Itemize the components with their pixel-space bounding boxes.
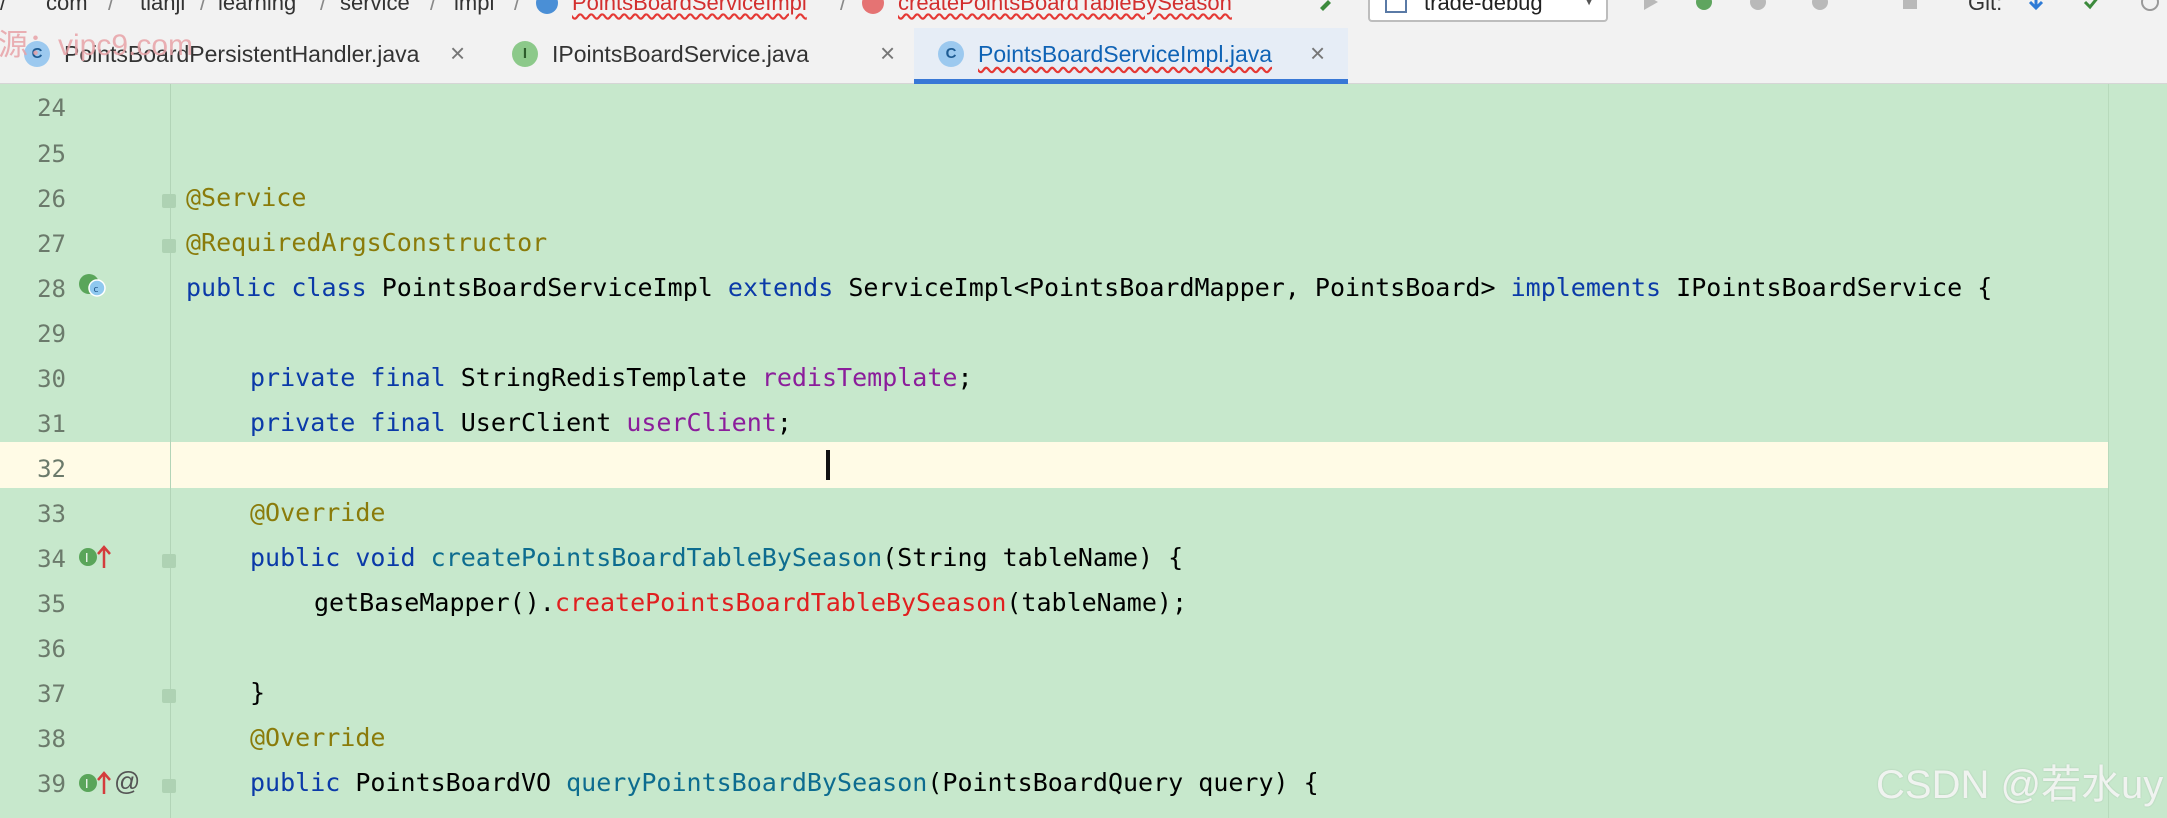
code-line: public PointsBoardVO queryPointsBoardByS… xyxy=(250,768,1319,797)
implements-method-icon[interactable]: I xyxy=(78,544,112,570)
fold-marker[interactable] xyxy=(162,239,176,253)
interface-icon: I xyxy=(512,41,538,67)
breadcrumb-sep: / xyxy=(514,0,521,15)
class-icon: C xyxy=(938,41,964,67)
breadcrumb-item-class[interactable]: PointsBoardServiceImpl xyxy=(572,0,807,16)
breadcrumb-sep: / xyxy=(840,0,847,15)
svg-text:I: I xyxy=(85,551,89,565)
text-caret xyxy=(826,450,830,480)
coverage-icon[interactable] xyxy=(1748,0,1768,12)
hammer-icon[interactable] xyxy=(1318,0,1338,12)
line-number: 35 xyxy=(37,590,66,618)
implements-method-icon[interactable]: I xyxy=(78,770,112,796)
breadcrumb-sep: / xyxy=(0,0,7,15)
code-line: private final UserClient userClient; xyxy=(250,408,792,437)
line-number: 27 xyxy=(37,230,66,258)
code-editor[interactable]: 24 25 26 27 28 29 30 31 32 33 34 35 36 3… xyxy=(0,84,2167,818)
line-number: 38 xyxy=(37,725,66,753)
fold-marker[interactable] xyxy=(162,689,176,703)
line-number: 36 xyxy=(37,635,66,663)
method-icon xyxy=(862,0,884,14)
run-configuration-select[interactable]: trade-debug ▼ xyxy=(1368,0,1608,22)
spring-bean-icon[interactable]: c xyxy=(78,272,106,298)
breadcrumb-item-impl[interactable]: impl xyxy=(454,0,494,16)
code-line: @RequiredArgsConstructor xyxy=(186,228,548,257)
code-line-current[interactable]: getBaseMapper().createPointsBoardTableBy… xyxy=(314,588,1187,617)
line-number: 33 xyxy=(37,500,66,528)
line-number: 26 xyxy=(37,185,66,213)
current-line-highlight xyxy=(0,442,2108,488)
vcs-commit-icon[interactable] xyxy=(2082,0,2102,12)
fold-marker[interactable] xyxy=(162,554,176,568)
vcs-label: Git: xyxy=(1968,0,2003,15)
run-icon[interactable] xyxy=(1640,0,1660,12)
fold-marker[interactable] xyxy=(162,194,176,208)
stop-icon[interactable] xyxy=(1900,0,1920,12)
watermark-text: 源：vipc9.com xyxy=(0,29,194,62)
code-line: @Override xyxy=(250,723,386,752)
config-icon xyxy=(1385,0,1407,13)
watermark-text: CSDN @若水uy xyxy=(1876,763,2164,807)
code-line: public class PointsBoardServiceImpl exte… xyxy=(186,273,1993,302)
mapper-annotation-icon[interactable]: @ xyxy=(114,766,140,797)
tab-ipoints-board-service[interactable]: I IPointsBoardService.java × xyxy=(488,28,914,84)
run-configuration-label: trade-debug xyxy=(1424,0,1543,15)
line-number: 37 xyxy=(37,680,66,708)
breadcrumb-sep: / xyxy=(430,0,437,15)
right-margin-guide xyxy=(2108,84,2109,818)
code-line: public void createPointsBoardTableBySeas… xyxy=(250,543,1184,572)
unresolved-method-call: createPointsBoardTableBySeason xyxy=(554,588,1007,617)
editor-tab-bar: C PointsBoardPersistentHandler.java × I … xyxy=(0,28,2167,84)
breadcrumb-sep: / xyxy=(108,0,115,15)
line-number: 39 xyxy=(37,770,66,798)
chevron-down-icon: ▼ xyxy=(1582,0,1596,8)
tab-label: PointsBoardServiceImpl.java xyxy=(978,41,1273,67)
code-line: @Override xyxy=(250,498,386,527)
close-icon[interactable]: × xyxy=(1310,38,1325,69)
breadcrumb-item-com[interactable]: com xyxy=(46,0,88,16)
line-number: 31 xyxy=(37,410,66,438)
line-number: 24 xyxy=(37,94,66,122)
vcs-update-icon[interactable] xyxy=(2026,0,2046,12)
line-number: 30 xyxy=(37,365,66,393)
breadcrumb-item-learning[interactable]: learning xyxy=(218,0,296,16)
breadcrumb-item-method[interactable]: createPointsBoardTableBySeason xyxy=(898,0,1232,16)
code-line: private final StringRedisTemplate redisT… xyxy=(250,363,973,392)
line-number: 34 xyxy=(37,545,66,573)
breadcrumb-sep: / xyxy=(320,0,327,15)
close-icon[interactable]: × xyxy=(880,38,895,69)
code-line: } xyxy=(250,678,266,707)
tab-points-board-service-impl[interactable]: C PointsBoardServiceImpl.java × xyxy=(914,28,1348,84)
breadcrumb-item-service[interactable]: service xyxy=(340,0,410,16)
history-icon[interactable] xyxy=(2140,0,2160,12)
tab-label: IPointsBoardService.java xyxy=(552,41,809,67)
breadcrumb-sep: / xyxy=(200,0,207,15)
close-icon[interactable]: × xyxy=(450,38,465,69)
class-icon xyxy=(536,0,558,14)
fold-marker[interactable] xyxy=(162,779,176,793)
line-number: 29 xyxy=(37,320,66,348)
navigation-bar: / com / tianji / learning / service / im… xyxy=(0,0,2167,28)
line-number: 25 xyxy=(37,140,66,168)
debug-icon[interactable] xyxy=(1694,0,1714,12)
line-number: 32 xyxy=(37,455,66,483)
profile-icon[interactable] xyxy=(1810,0,1830,12)
svg-text:c: c xyxy=(94,285,99,295)
line-number: 28 xyxy=(37,275,66,303)
breadcrumb-item-tianji[interactable]: tianji xyxy=(140,0,185,16)
svg-text:I: I xyxy=(85,777,89,791)
code-line: @Service xyxy=(186,183,307,212)
